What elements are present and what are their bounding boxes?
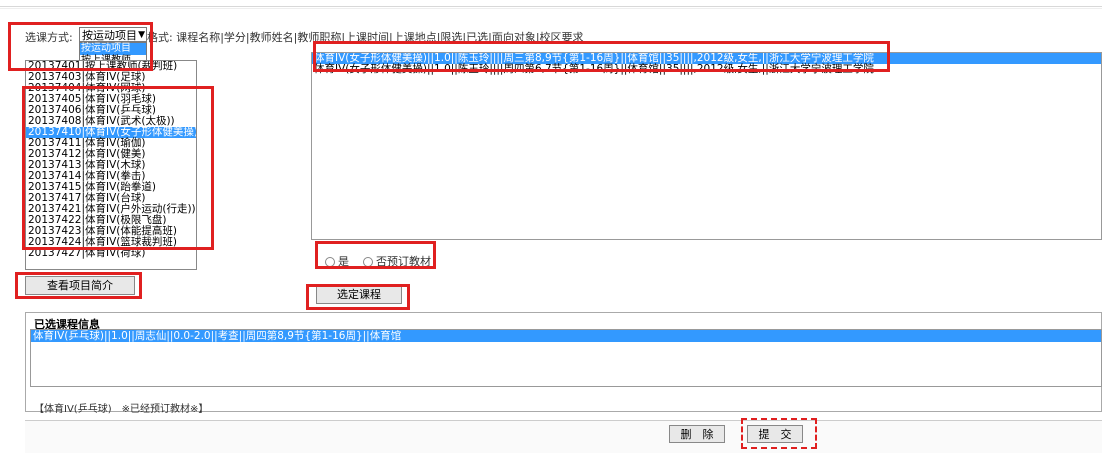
top-border — [0, 6, 1102, 7]
annotation-box-textbook — [315, 241, 436, 269]
top-border-shadow — [0, 8, 1102, 9]
annotation-box-select-button — [306, 284, 410, 310]
delete-button[interactable]: 删 除 — [669, 425, 725, 443]
list-item-selected[interactable]: 体育IV(乒乓球)||1.0||周志仙||0.0-2.0||考查||周四第8,9… — [31, 330, 1101, 342]
action-bar — [25, 420, 1102, 453]
annotation-box-sport-list — [22, 86, 214, 250]
annotation-box-submit — [741, 418, 817, 449]
course-section-list[interactable]: 体育IV(女子形体健美操)||1.0||陈玉玲||||周三第8,9节{第1-16… — [311, 52, 1102, 240]
textbook-status-note: 【体育IV(乒乓球) ※已经预订教材※】 — [34, 404, 209, 415]
annotation-box-intro-button — [15, 272, 142, 299]
course-selection-page: 选课方式: 按运动项目 ▼ 按运动项目 按上课教师 格式: 课程名称|学分|教师… — [0, 0, 1102, 462]
annotation-box-course-section — [313, 41, 890, 72]
annotation-box-selection-mode — [8, 22, 153, 71]
selected-courses-list[interactable]: 体育IV(乒乓球)||1.0||周志仙||0.0-2.0||考查||周四第8,9… — [30, 329, 1102, 387]
